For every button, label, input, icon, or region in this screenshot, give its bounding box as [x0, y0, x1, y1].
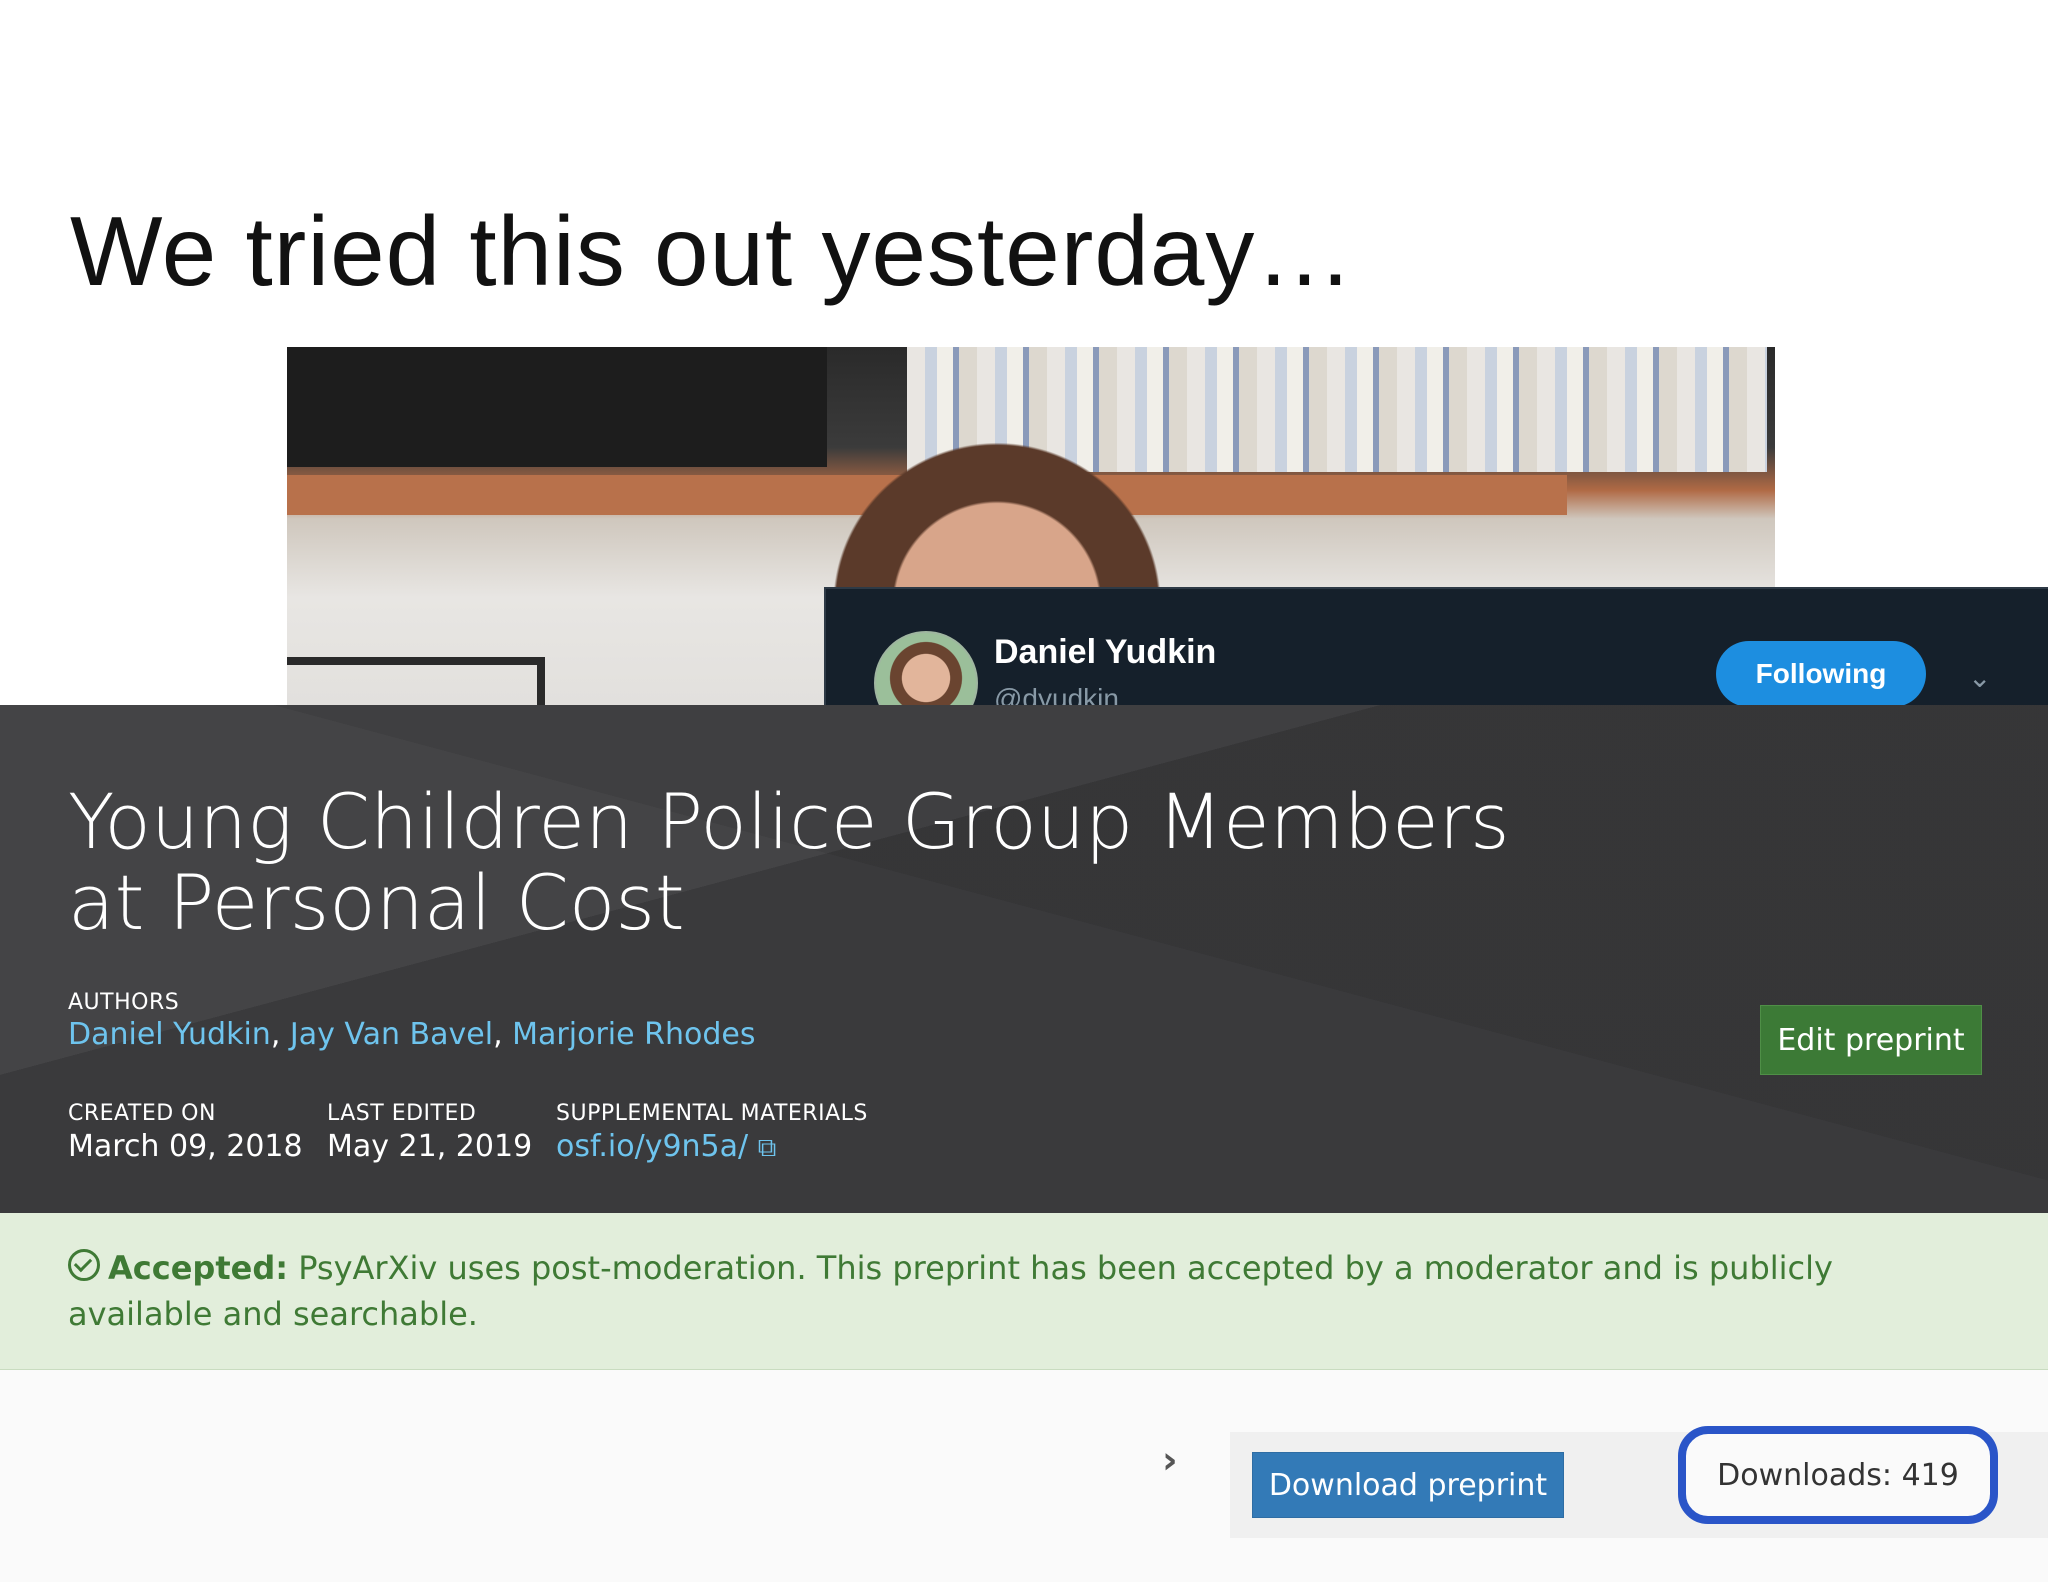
- edit-preprint-button[interactable]: Edit preprint: [1760, 1005, 1982, 1075]
- accepted-description: PsyArXiv uses post-moderation. This prep…: [68, 1249, 1833, 1333]
- twitter-handle: @dyudkin: [994, 683, 1119, 707]
- action-bar: › Download preprint Downloads: 419: [0, 1370, 2048, 1582]
- author-link[interactable]: Marjorie Rhodes: [512, 1017, 755, 1052]
- edited-label: LAST EDITED: [327, 1101, 477, 1126]
- accepted-label: Accepted:: [108, 1249, 289, 1287]
- slide-title: We tried this out yesterday…: [70, 196, 1355, 306]
- twitter-name[interactable]: Daniel Yudkin: [994, 633, 1216, 672]
- author-link[interactable]: Daniel Yudkin: [68, 1017, 271, 1052]
- preprint-title: Young Children Police Group Members at P…: [68, 777, 1510, 947]
- supplemental-link-row: osf.io/y9n5a/ ⧉: [556, 1129, 776, 1164]
- twitter-profile-card: Daniel Yudkin @dyudkin Following ⌄: [824, 587, 2048, 707]
- external-link-icon: ⧉: [757, 1133, 777, 1163]
- chevron-down-icon[interactable]: ⌄: [1968, 661, 1991, 694]
- supplemental-link[interactable]: osf.io/y9n5a/: [556, 1129, 748, 1164]
- created-label: CREATED ON: [68, 1101, 216, 1126]
- accepted-message: Accepted: PsyArXiv uses post-moderation.…: [68, 1245, 1968, 1337]
- download-preprint-button[interactable]: Download preprint: [1252, 1452, 1564, 1518]
- preprint-header: Young Children Police Group Members at P…: [0, 705, 2048, 1213]
- accepted-banner: Accepted: PsyArXiv uses post-moderation.…: [0, 1213, 2048, 1370]
- author-link[interactable]: Jay Van Bavel: [290, 1017, 493, 1052]
- authors-label: AUTHORS: [68, 990, 180, 1015]
- avatar[interactable]: [874, 631, 978, 707]
- supplemental-label: SUPPLEMENTAL MATERIALS: [556, 1101, 868, 1126]
- edited-value: May 21, 2019: [327, 1129, 533, 1164]
- authors-list: Daniel Yudkin, Jay Van Bavel, Marjorie R…: [68, 1017, 756, 1052]
- check-circle-icon: [68, 1249, 100, 1281]
- chevron-right-icon[interactable]: ›: [1162, 1438, 1178, 1482]
- created-value: March 09, 2018: [68, 1129, 303, 1164]
- following-button[interactable]: Following: [1716, 641, 1926, 707]
- downloads-count: Downloads: 419: [1678, 1426, 1998, 1524]
